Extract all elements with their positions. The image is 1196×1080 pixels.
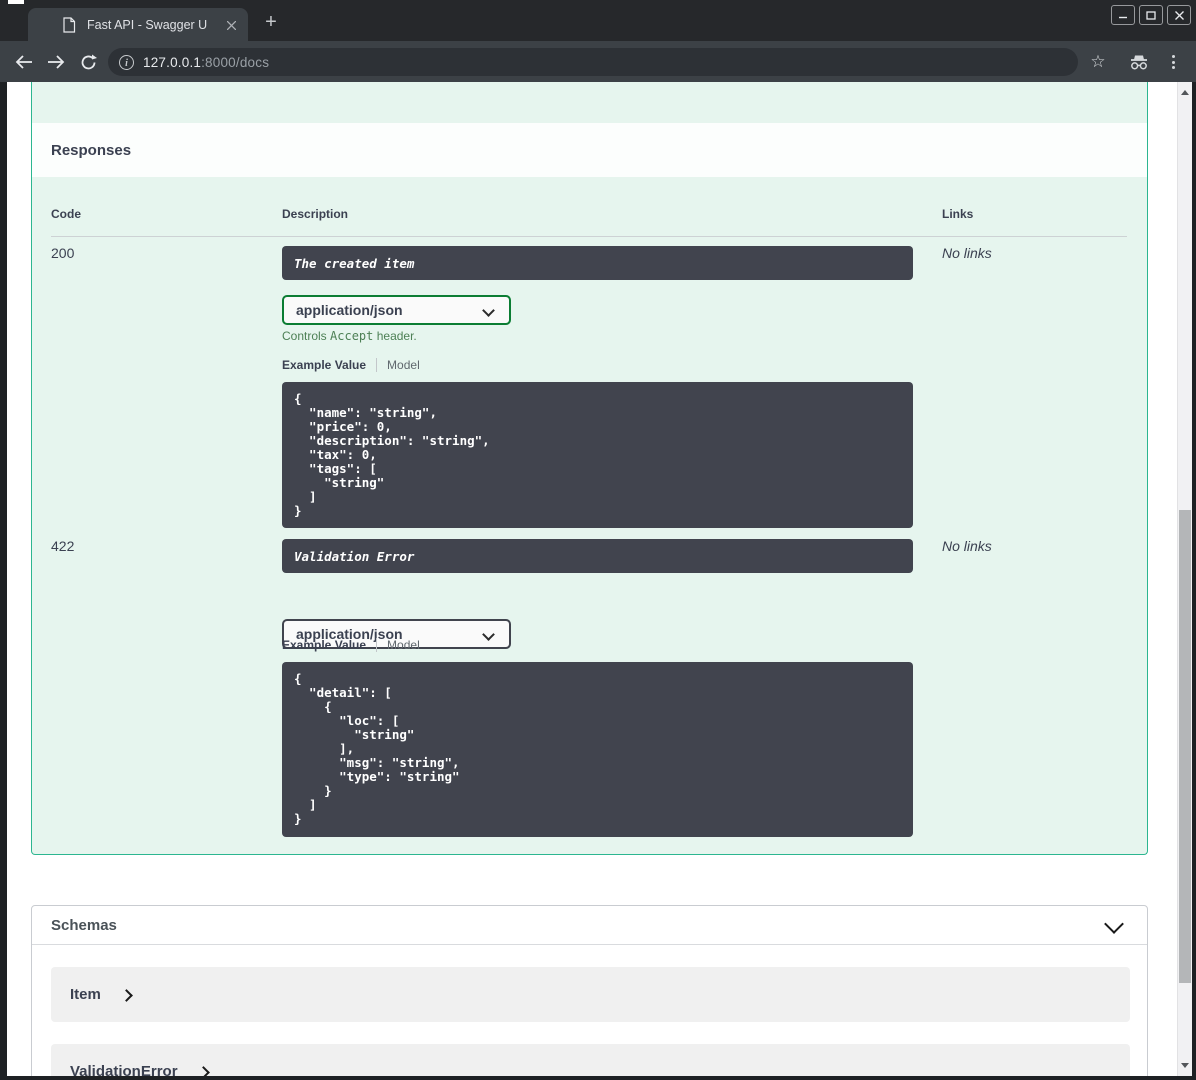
expand-chevron-icon [119, 988, 133, 1002]
example-json-200: { "name": "string", "price": 0, "descrip… [282, 382, 913, 528]
tab-divider [376, 638, 378, 652]
responses-section-header: Responses [32, 123, 1147, 177]
url-text: 127.0.0.1:8000/docs [143, 55, 269, 70]
back-button[interactable] [11, 49, 37, 75]
bookmark-star-icon: ☆ [1090, 52, 1106, 71]
scroll-up-icon[interactable] [1181, 90, 1189, 95]
browser-tab[interactable]: Fast API - Swagger UI [28, 8, 248, 41]
tab-model-200[interactable]: Model [387, 358, 420, 372]
incognito-indicator[interactable] [1126, 49, 1152, 75]
table-header-divider [51, 236, 1127, 237]
response-description-200: The created item [282, 246, 913, 280]
window-corner-notch [8, 0, 24, 4]
note-prefix: Controls [282, 329, 331, 343]
chevron-down-icon [482, 304, 495, 317]
reload-icon [81, 54, 97, 69]
forward-button[interactable] [43, 49, 69, 75]
accept-header-note: Controls Accept header. [282, 329, 913, 343]
minimize-button[interactable] [1111, 5, 1135, 25]
tab-title: Fast API - Swagger UI [87, 17, 207, 32]
response-links-200: No links [942, 245, 992, 261]
opblock-responses: Responses Code Description Links 200 No … [31, 82, 1148, 855]
kebab-menu-icon [1171, 55, 1175, 69]
bookmark-button[interactable]: ☆ [1085, 49, 1111, 75]
schemas-header[interactable]: Schemas [32, 906, 1147, 945]
media-type-value-200: application/json [296, 302, 403, 318]
example-json-422: { "detail": [ { "loc": [ "string" ], "ms… [282, 662, 913, 837]
note-accept: Accept [330, 329, 374, 343]
col-header-links: Links [942, 207, 974, 221]
incognito-icon [1131, 55, 1147, 70]
model-validationerror[interactable]: ValidationError [51, 1044, 1130, 1076]
response-code-422: 422 [51, 538, 75, 554]
tab-example-value-422[interactable]: Example Value [282, 638, 366, 652]
expand-chevron-icon [196, 1065, 210, 1076]
response-links-422: No links [942, 538, 992, 554]
vertical-scrollbar[interactable] [1177, 82, 1192, 1076]
new-tab-button[interactable]: + [260, 11, 282, 33]
close-icon [1174, 10, 1184, 20]
menu-button[interactable] [1160, 49, 1186, 75]
note-suffix: header. [373, 329, 417, 343]
page-content: Responses Code Description Links 200 No … [7, 82, 1192, 1076]
tab-example-value-200[interactable]: Example Value [282, 358, 366, 372]
model-validationerror-name: ValidationError [70, 1063, 178, 1076]
url-path: :8000/docs [201, 54, 270, 70]
schemas-title: Schemas [51, 916, 117, 934]
maximize-button[interactable] [1139, 5, 1163, 25]
browser-toolbar: i 127.0.0.1:8000/docs ☆ [0, 41, 1196, 82]
minimize-icon [1119, 16, 1127, 19]
close-button[interactable] [1167, 5, 1191, 25]
schemas-section: Schemas Item ValidationError [31, 905, 1148, 1076]
address-bar[interactable]: i 127.0.0.1:8000/docs [108, 48, 1078, 76]
window-controls [1111, 5, 1191, 25]
col-header-description: Description [282, 207, 349, 221]
collapse-chevron-icon[interactable] [1104, 914, 1124, 934]
page-favicon-icon [62, 16, 76, 33]
scroll-down-icon[interactable] [1181, 1063, 1189, 1068]
col-header-code: Code [51, 207, 81, 221]
scrollbar-thumb[interactable] [1179, 510, 1191, 983]
response-description-422: Validation Error [282, 539, 913, 573]
response-code-200: 200 [51, 245, 75, 261]
tab-divider [376, 358, 378, 372]
model-item-name: Item [70, 986, 101, 1003]
back-icon [15, 55, 32, 69]
url-host: 127.0.0.1 [143, 54, 202, 70]
example-model-tabs-200: Example Value Model [282, 358, 913, 372]
browser-window: Fast API - Swagger UI + i 127.0.0.1:8000… [0, 0, 1196, 1080]
responses-title: Responses [51, 141, 132, 159]
titlebar: Fast API - Swagger UI + [0, 0, 1196, 41]
media-type-select-200[interactable]: application/json [282, 295, 511, 325]
tab-model-422[interactable]: Model [387, 638, 420, 652]
page-info-icon[interactable]: i [119, 54, 134, 70]
reload-button[interactable] [75, 49, 101, 75]
maximize-icon [1146, 10, 1156, 20]
tab-close-icon[interactable] [223, 17, 239, 33]
model-item[interactable]: Item [51, 967, 1130, 1022]
forward-icon [48, 55, 65, 69]
example-model-tabs-422: Example Value Model [282, 638, 913, 652]
